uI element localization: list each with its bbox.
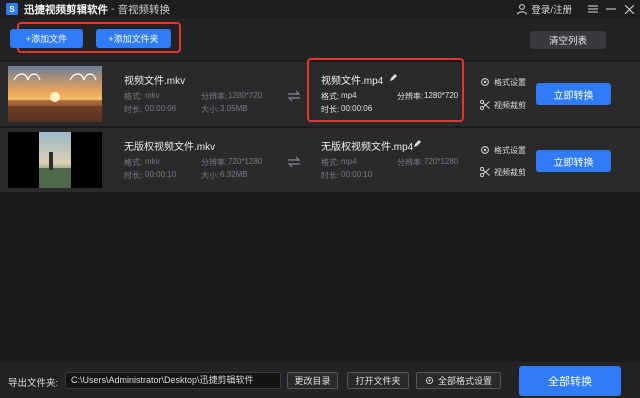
source-format: mkv <box>145 91 160 100</box>
user-icon[interactable] <box>516 3 528 15</box>
module-title: 音视频转换 <box>117 3 171 16</box>
video-thumbnail[interactable] <box>8 132 102 188</box>
source-duration: 00:00:06 <box>145 104 177 113</box>
menu-icon[interactable] <box>584 0 602 18</box>
source-size: 3.05MB <box>220 104 248 113</box>
source-format-label: 格式: <box>124 92 143 101</box>
video-crop-label: 视频裁剪 <box>494 167 526 177</box>
output-file-name: 视频文件.mp4 <box>321 76 384 87</box>
convert-now-button[interactable]: 立即转换 <box>536 150 611 172</box>
all-format-settings-label: 全部格式设置 <box>437 376 492 386</box>
clear-list-button[interactable]: 清空列表 <box>530 31 606 49</box>
title-bar: S 迅捷视频剪辑软件 - 音视频转换 登录/注册 <box>0 0 640 18</box>
format-settings-link[interactable]: 格式设置 <box>480 144 526 156</box>
convert-all-button[interactable]: 全部转换 <box>519 366 621 396</box>
source-size-label: 大小: <box>201 171 220 180</box>
add-folder-button[interactable]: +添加文件夹 <box>96 29 171 48</box>
edit-pencil-icon[interactable] <box>413 139 422 148</box>
output-duration-label: 时长: <box>321 105 340 114</box>
title-separator: - <box>111 3 115 15</box>
source-resolution-label: 分辨率: <box>201 92 228 101</box>
source-duration: 00:00:10 <box>145 170 177 179</box>
gear-icon <box>425 376 433 385</box>
output-format-label: 格式: <box>321 158 340 167</box>
output-resolution: 1280*720 <box>424 91 459 100</box>
video-crop-link[interactable]: 视频裁剪 <box>480 166 526 178</box>
source-size: 6.32MB <box>220 170 248 179</box>
output-format: mp4 <box>341 91 357 100</box>
convert-now-button[interactable]: 立即转换 <box>536 83 611 105</box>
source-resolution: 720*1280 <box>228 157 263 166</box>
source-duration-label: 时长: <box>124 171 143 180</box>
output-format: mp4 <box>341 157 357 166</box>
format-settings-label: 格式设置 <box>494 145 526 155</box>
gear-icon <box>481 78 489 86</box>
output-resolution-label: 分辨率: <box>397 92 424 101</box>
change-directory-button[interactable]: 更改目录 <box>287 372 338 389</box>
video-crop-label: 视频裁剪 <box>494 100 526 110</box>
format-settings-label: 格式设置 <box>494 77 526 87</box>
output-duration: 00:00:10 <box>341 170 373 179</box>
minimize-icon[interactable] <box>602 0 620 18</box>
open-folder-button[interactable]: 打开文件夹 <box>347 372 409 389</box>
output-file-name: 无版权视频文件.mp4 <box>321 142 414 153</box>
edit-pencil-icon[interactable] <box>389 73 398 82</box>
gear-icon <box>481 146 489 154</box>
file-row: 视频文件.mkv 格式: mkv 分辨率: 1280*720 时长: 00:00… <box>0 58 640 126</box>
video-thumbnail[interactable] <box>8 66 102 122</box>
all-format-settings-button[interactable]: 全部格式设置 <box>416 372 501 389</box>
file-row: 无版权视频文件.mkv 格式: mkv 分辨率: 720*1280 时长: 00… <box>0 128 640 192</box>
scissors-icon <box>480 167 490 177</box>
convert-arrow-icon <box>287 156 301 168</box>
source-resolution: 1280*720 <box>228 91 263 100</box>
video-crop-link[interactable]: 视频裁剪 <box>480 99 526 111</box>
convert-arrow-icon <box>287 90 301 102</box>
source-format: mkv <box>145 157 160 166</box>
app-logo-icon: S <box>6 3 18 15</box>
source-format-label: 格式: <box>124 158 143 167</box>
source-size-label: 大小: <box>201 105 220 114</box>
source-resolution-label: 分辨率: <box>201 158 228 167</box>
output-path-field[interactable]: C:\Users\Administrator\Desktop\迅捷剪辑软件 <box>65 372 281 389</box>
output-duration: 00:00:06 <box>341 104 373 113</box>
output-format-label: 格式: <box>321 92 340 101</box>
scissors-icon <box>480 100 490 110</box>
app-name: 迅捷视频剪辑软件 <box>24 3 108 16</box>
login-link[interactable]: 登录/注册 <box>531 2 572 16</box>
close-icon[interactable] <box>620 0 638 18</box>
output-resolution-label: 分辨率: <box>397 158 424 167</box>
toolbar: +添加文件 +添加文件夹 清空列表 <box>0 18 640 60</box>
output-resolution: 720*1280 <box>424 157 459 166</box>
output-folder-label: 导出文件夹: <box>8 378 59 389</box>
bottom-bar: 导出文件夹: C:\Users\Administrator\Desktop\迅捷… <box>0 362 640 398</box>
add-file-button[interactable]: +添加文件 <box>10 29 83 48</box>
source-duration-label: 时长: <box>124 105 143 114</box>
output-duration-label: 时长: <box>321 171 340 180</box>
source-file-name: 无版权视频文件.mkv <box>124 142 216 153</box>
format-settings-link[interactable]: 格式设置 <box>480 76 526 88</box>
source-file-name: 视频文件.mkv <box>124 76 186 87</box>
